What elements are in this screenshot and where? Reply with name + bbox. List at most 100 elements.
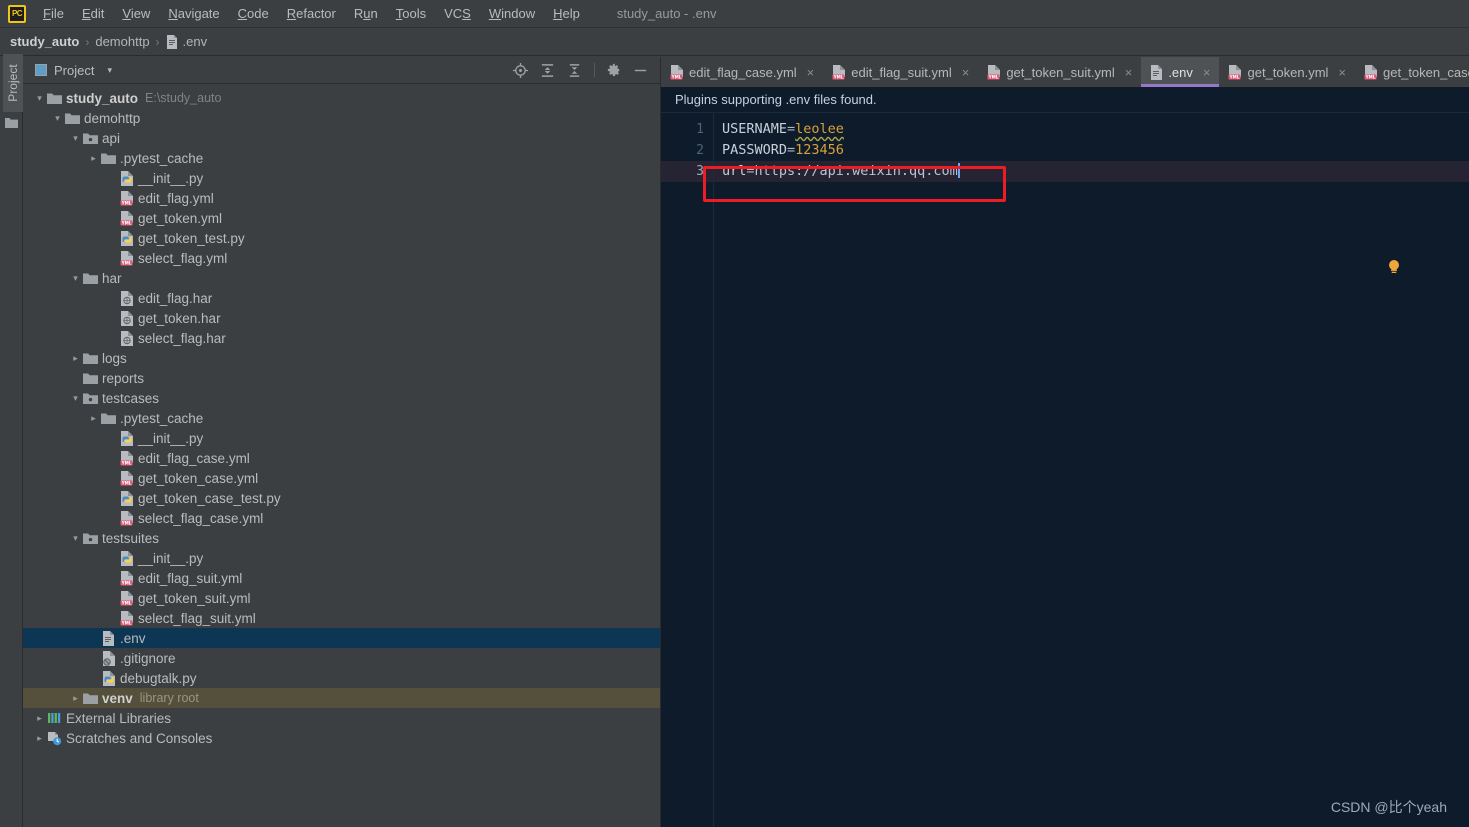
- gear-icon[interactable]: [607, 63, 621, 77]
- tree-row[interactable]: __init__.py: [23, 428, 660, 448]
- editor-tab-bar[interactable]: YML edit_flag_case.yml × YML edit_flag_suit.…: [661, 57, 1469, 87]
- close-icon[interactable]: ×: [1336, 65, 1348, 80]
- editor-tab-label: edit_flag_suit.yml: [851, 64, 952, 80]
- tree-row[interactable]: select_flag.har: [23, 328, 660, 348]
- menu-refactor[interactable]: Refactor: [278, 3, 345, 24]
- tree-row-annotation: library root: [139, 691, 199, 705]
- tree-row[interactable]: ▾ testcases: [23, 388, 660, 408]
- tree-row[interactable]: ▸ logs: [23, 348, 660, 368]
- tree-row[interactable]: ▸ .pytest_cache: [23, 148, 660, 168]
- editor-tab[interactable]: YML get_token.yml ×: [1219, 57, 1356, 87]
- breadcrumb-item-folder[interactable]: demohttp: [95, 34, 149, 49]
- menu-run[interactable]: Run: [345, 3, 387, 24]
- chevron-right-icon[interactable]: ▸: [69, 352, 82, 365]
- project-file-tree[interactable]: ▾ study_auto E:\study_auto ▾ demohttp ▾ api ▸ .p…: [23, 84, 660, 827]
- tree-row-label: testcases: [102, 390, 160, 406]
- close-icon[interactable]: ×: [805, 65, 817, 80]
- collapse-all-icon[interactable]: [567, 63, 582, 78]
- yml-icon: YML: [118, 470, 135, 486]
- tree-row[interactable]: ▾ har: [23, 268, 660, 288]
- tool-window-tab-project[interactable]: Project: [3, 54, 23, 112]
- chevron-right-icon[interactable]: ▸: [87, 152, 100, 165]
- breadcrumb-item-project[interactable]: study_auto: [10, 34, 79, 49]
- chevron-down-icon[interactable]: ▾: [69, 132, 82, 145]
- close-icon[interactable]: ×: [1123, 65, 1135, 80]
- chevron-right-icon[interactable]: ▸: [33, 732, 46, 745]
- structure-folder-icon[interactable]: [5, 115, 18, 133]
- editor-tab[interactable]: .env ×: [1141, 57, 1220, 87]
- tree-row[interactable]: reports: [23, 368, 660, 388]
- menu-edit[interactable]: Edit: [73, 3, 113, 24]
- tree-row[interactable]: ▾ testsuites: [23, 528, 660, 548]
- env-value: 123456: [795, 142, 844, 158]
- yml-icon: YML: [118, 570, 135, 586]
- tree-row[interactable]: YML select_flag.yml: [23, 248, 660, 268]
- tree-row[interactable]: YML select_flag_suit.yml: [23, 608, 660, 628]
- code-line[interactable]: url=https://api.weixin.qq.com: [714, 161, 1469, 182]
- menu-help[interactable]: Help: [544, 3, 589, 24]
- editor-tab[interactable]: YML edit_flag_suit.yml ×: [823, 57, 979, 87]
- tree-row[interactable]: ▾ api: [23, 128, 660, 148]
- menu-code[interactable]: Code: [229, 3, 278, 24]
- menu-tools[interactable]: Tools: [387, 3, 435, 24]
- intention-bulb-icon[interactable]: [1387, 259, 1401, 275]
- menu-file[interactable]: File: [34, 3, 73, 24]
- tree-row[interactable]: YML select_flag_case.yml: [23, 508, 660, 528]
- chevron-down-icon[interactable]: ▾: [51, 112, 64, 125]
- editor-tab[interactable]: YML edit_flag_case.yml ×: [661, 57, 824, 87]
- tree-row[interactable]: ▸ Scratches and Consoles: [23, 728, 660, 748]
- code-line[interactable]: PASSWORD=123456: [714, 140, 1469, 161]
- menu-view[interactable]: View: [113, 3, 159, 24]
- tree-row[interactable]: ▸ venv library root: [23, 688, 660, 708]
- code-line[interactable]: USERNAME=leolee: [714, 119, 1469, 140]
- chevron-down-icon[interactable]: ▾: [69, 392, 82, 405]
- tree-row[interactable]: ▸ External Libraries: [23, 708, 660, 728]
- python-icon: [118, 550, 135, 566]
- editor-tab[interactable]: YML get_token_suit.yml ×: [978, 57, 1142, 87]
- tree-row[interactable]: get_token_test.py: [23, 228, 660, 248]
- tree-row[interactable]: debugtalk.py: [23, 668, 660, 688]
- tree-row[interactable]: YML edit_flag_case.yml: [23, 448, 660, 468]
- close-icon[interactable]: ×: [1201, 65, 1213, 80]
- tree-row[interactable]: ▾ study_auto E:\study_auto: [23, 88, 660, 108]
- code-content[interactable]: USERNAME=leolee PASSWORD=123456 url=https:…: [714, 113, 1469, 827]
- chevron-down-icon[interactable]: ▾: [69, 532, 82, 545]
- tree-row[interactable]: __init__.py: [23, 168, 660, 188]
- tree-row[interactable]: ▸ .pytest_cache: [23, 408, 660, 428]
- code-editor[interactable]: 123 USERNAME=leolee PASSWORD=123456 url=ht…: [661, 113, 1469, 827]
- chevron-right-icon[interactable]: ▸: [87, 412, 100, 425]
- chevron-down-icon[interactable]: ▾: [69, 272, 82, 285]
- locate-in-tree-icon[interactable]: [513, 62, 528, 78]
- chevron-right-icon[interactable]: ▸: [69, 692, 82, 705]
- tree-row-label: edit_flag_case.yml: [138, 450, 250, 466]
- tree-row[interactable]: ▾ demohttp: [23, 108, 660, 128]
- tree-row[interactable]: .env: [23, 628, 660, 648]
- menu-window[interactable]: Window: [480, 3, 544, 24]
- tree-row[interactable]: get_token.har: [23, 308, 660, 328]
- tree-row[interactable]: YML edit_flag_suit.yml: [23, 568, 660, 588]
- chevron-down-icon[interactable]: ▾: [33, 92, 46, 105]
- tree-row-label: testsuites: [102, 530, 160, 546]
- breadcrumb-item-file[interactable]: .env: [166, 34, 207, 49]
- menu-vcs[interactable]: VCS: [435, 3, 480, 24]
- expand-all-icon[interactable]: [540, 63, 555, 78]
- tree-row[interactable]: YML get_token.yml: [23, 208, 660, 228]
- tree-row[interactable]: edit_flag.har: [23, 288, 660, 308]
- close-icon[interactable]: ×: [960, 65, 972, 80]
- tree-row[interactable]: __init__.py: [23, 548, 660, 568]
- code-line-empty[interactable]: [714, 182, 1469, 203]
- menu-navigate[interactable]: Navigate: [159, 3, 228, 24]
- project-panel-title-group[interactable]: Project ▾: [35, 63, 112, 78]
- minimize-icon[interactable]: [633, 63, 648, 78]
- chevron-down-icon[interactable]: ▾: [107, 65, 112, 76]
- chevron-right-icon[interactable]: ▸: [33, 712, 46, 725]
- tree-row[interactable]: get_token_case_test.py: [23, 488, 660, 508]
- tree-row[interactable]: YML get_token_case.yml: [23, 468, 660, 488]
- editor-tab[interactable]: YMLget_token_case.yml×: [1355, 57, 1469, 87]
- yml-icon: YML: [118, 590, 135, 606]
- breadcrumb: study_auto › demohttp › .env: [0, 28, 1469, 56]
- tree-row[interactable]: YML get_token_suit.yml: [23, 588, 660, 608]
- tree-row[interactable]: .gitignore: [23, 648, 660, 668]
- breadcrumb-separator: ›: [85, 34, 90, 49]
- tree-row[interactable]: YML edit_flag.yml: [23, 188, 660, 208]
